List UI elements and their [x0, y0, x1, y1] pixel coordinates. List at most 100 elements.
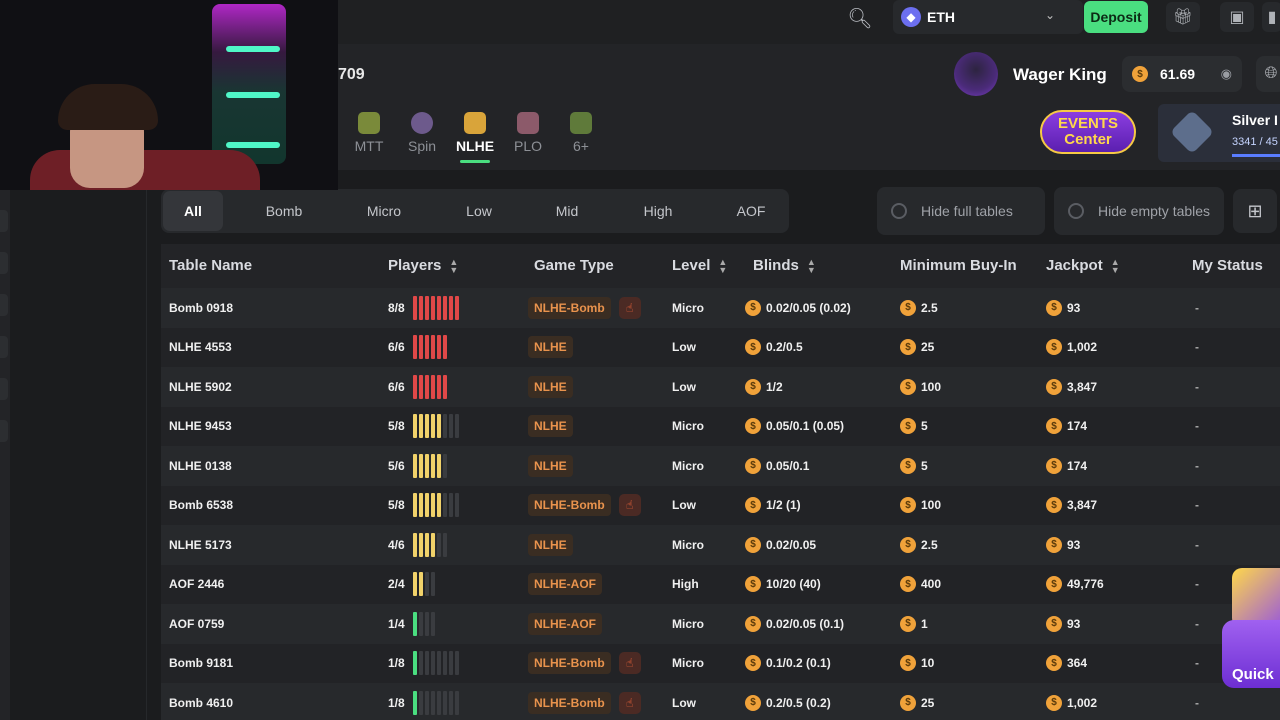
game-type-tag: NLHE-AOF [528, 573, 602, 596]
seat-empty [424, 690, 429, 715]
table-row[interactable]: Bomb 6538 5/8 NLHE-Bomb ☝ Low $1/2 (1) $100 $3,… [161, 485, 1280, 525]
cell-jackpot-value: 3,847 [1067, 379, 1098, 394]
cell-my-status: - [1195, 616, 1199, 631]
seat-filled [412, 453, 417, 478]
cell-jackpot: $93 [1046, 604, 1080, 644]
left-rail [0, 190, 10, 720]
header-jackpot[interactable]: Jackpot ▲ ▼ [1046, 257, 1120, 275]
rail-item[interactable] [0, 210, 8, 232]
cell-my-status: - [1195, 498, 1199, 513]
table-row[interactable]: NLHE 9453 5/8 NLHE Micro $0.05/0.1 (0.05) $5 $… [161, 406, 1280, 447]
coin-icon: $ [745, 497, 761, 514]
balance-display[interactable]: $ 61.69 ◉ [1122, 56, 1242, 92]
filter-bomb[interactable]: Bomb [249, 191, 319, 231]
webcam-light [212, 4, 286, 164]
rail-item[interactable] [0, 378, 8, 400]
cell-min-buyin-value: 100 [921, 498, 942, 513]
tab-mtt[interactable]: MTT [344, 112, 394, 154]
rank-badge-icon [1169, 109, 1215, 155]
sort-icon[interactable]: ▲ ▼ [807, 258, 816, 275]
coin-icon: $ [1046, 418, 1062, 435]
eye-icon[interactable]: ◉ [1221, 66, 1232, 82]
rank-panel[interactable]: Silver I 3341 / 45 [1158, 104, 1280, 162]
filter-aof[interactable]: AOF [716, 191, 786, 231]
cell-blinds-value: 0.05/0.1 [766, 458, 810, 473]
cell-players: 6/6 [388, 367, 447, 407]
coin-icon: $ [1046, 576, 1062, 593]
table-row[interactable]: NLHE 5173 4/6 NLHE Micro $0.02/0.05 $2.5 $93- [161, 525, 1280, 565]
hide-full-toggle[interactable]: Hide full tables [877, 187, 1045, 235]
rail-item[interactable] [0, 294, 8, 316]
seat-empty [442, 414, 447, 439]
table-row[interactable]: Bomb 4610 1/8 NLHE-Bomb ☝ Low $0.2/0.5 (0.2) $… [161, 683, 1280, 720]
filter-low[interactable]: Low [444, 191, 514, 231]
filter-high[interactable]: High [623, 191, 693, 231]
currency-selector[interactable]: ◆ ETH ⌄ [893, 0, 1083, 34]
header-level[interactable]: Level ▲ ▼ [672, 257, 727, 275]
coin-icon: $ [745, 694, 761, 711]
tab-6plus[interactable]: 6+ [556, 112, 606, 154]
cell-jackpot-value: 93 [1067, 616, 1081, 631]
rail-item[interactable] [0, 252, 8, 274]
chat-icon[interactable]: ▣ [1220, 2, 1254, 32]
globe-icon[interactable]: 🌐︎ [1256, 56, 1280, 92]
header-table-name: Table Name [169, 257, 253, 274]
seat-occupancy-bars [412, 335, 447, 360]
header-players[interactable]: Players ▲ ▼ [388, 257, 458, 275]
poker-lobby: 🔍︎ ◆ ETH ⌄ Deposit 🎁︎ ▣ ▮ 709 MTT Spin N… [0, 0, 1280, 720]
cell-table-name: Bomb 0918 [169, 300, 234, 315]
table-row[interactable]: Bomb 9181 1/8 NLHE-Bomb ☝ Micro $0.1/0.2 (0.1… [161, 643, 1280, 683]
grid-view-icon[interactable]: ⊞ [1233, 189, 1277, 233]
tab-plo[interactable]: PLO [503, 112, 553, 154]
filter-micro[interactable]: Micro [349, 191, 419, 231]
events-center-button[interactable]: EVENTS Center [1040, 110, 1136, 154]
tab-spin[interactable]: Spin [397, 112, 447, 154]
sort-icon[interactable]: ▲ ▼ [1111, 258, 1120, 275]
active-tab-indicator [460, 160, 490, 163]
filter-mid[interactable]: Mid [532, 191, 602, 231]
table-row[interactable]: NLHE 5902 6/6 NLHE Low $1/2 $100 $3,847- [161, 367, 1280, 407]
cell-jackpot: $93 [1046, 288, 1080, 328]
seat-empty [442, 453, 447, 478]
seat-empty [418, 651, 423, 676]
seat-empty [430, 690, 435, 715]
table-row[interactable]: NLHE 4553 6/6 NLHE Low $0.2/0.5 $25 $1,002- [161, 327, 1280, 368]
avatar[interactable] [954, 52, 998, 96]
sort-icon[interactable]: ▲ ▼ [449, 258, 458, 275]
table-row[interactable]: NLHE 0138 5/6 NLHE Micro $0.05/0.1 $5 $174- [161, 446, 1280, 486]
cell-jackpot: $1,002 [1046, 683, 1097, 720]
header-blinds[interactable]: Blinds ▲ ▼ [753, 257, 816, 275]
deposit-button[interactable]: Deposit [1084, 1, 1148, 33]
coin-icon: $ [900, 339, 916, 356]
seat-filled [442, 335, 447, 360]
events-label-sub: Center [1064, 131, 1112, 148]
seat-filled [418, 414, 423, 439]
table-row[interactable]: AOF 0759 1/4 NLHE-AOF Micro $0.02/0.05 (0.1)… [161, 604, 1280, 644]
cell-game-type: NLHE [528, 525, 573, 565]
hide-empty-toggle[interactable]: Hide empty tables [1054, 187, 1224, 235]
seat-empty [448, 414, 453, 439]
cell-min-buyin: $25 [900, 328, 934, 368]
search-icon[interactable]: 🔍︎ [842, 3, 878, 33]
tab-nlhe[interactable]: NLHE [450, 112, 500, 154]
table-row[interactable]: Bomb 0918 8/8 NLHE-Bomb ☝ Micro $0.02/0.05 (0… [161, 288, 1280, 328]
seat-filled [430, 374, 435, 399]
game-type-tag: NLHE [528, 375, 573, 398]
quick-play-button[interactable]: Quick [1222, 560, 1280, 690]
coin-icon: $ [1046, 536, 1062, 553]
filter-all[interactable]: All [163, 191, 223, 231]
coin-icon: $ [745, 457, 761, 474]
rail-item[interactable] [0, 420, 8, 442]
webcam-light-stripe [226, 92, 280, 98]
gift-icon[interactable]: 🎁︎ [1166, 2, 1200, 32]
game-type-tag: NLHE-Bomb [528, 652, 611, 675]
notification-icon[interactable]: ▮ [1262, 2, 1280, 32]
cell-min-buyin: $5 [900, 446, 928, 486]
seat-filled [424, 295, 429, 320]
cell-min-buyin: $5 [900, 407, 928, 447]
events-label: EVENTS [1057, 115, 1118, 132]
seat-empty [448, 651, 453, 676]
rail-item[interactable] [0, 336, 8, 358]
table-row[interactable]: AOF 2446 2/4 NLHE-AOF High $10/20 (40) $400 $4… [161, 564, 1280, 604]
sort-icon[interactable]: ▲ ▼ [718, 258, 727, 275]
